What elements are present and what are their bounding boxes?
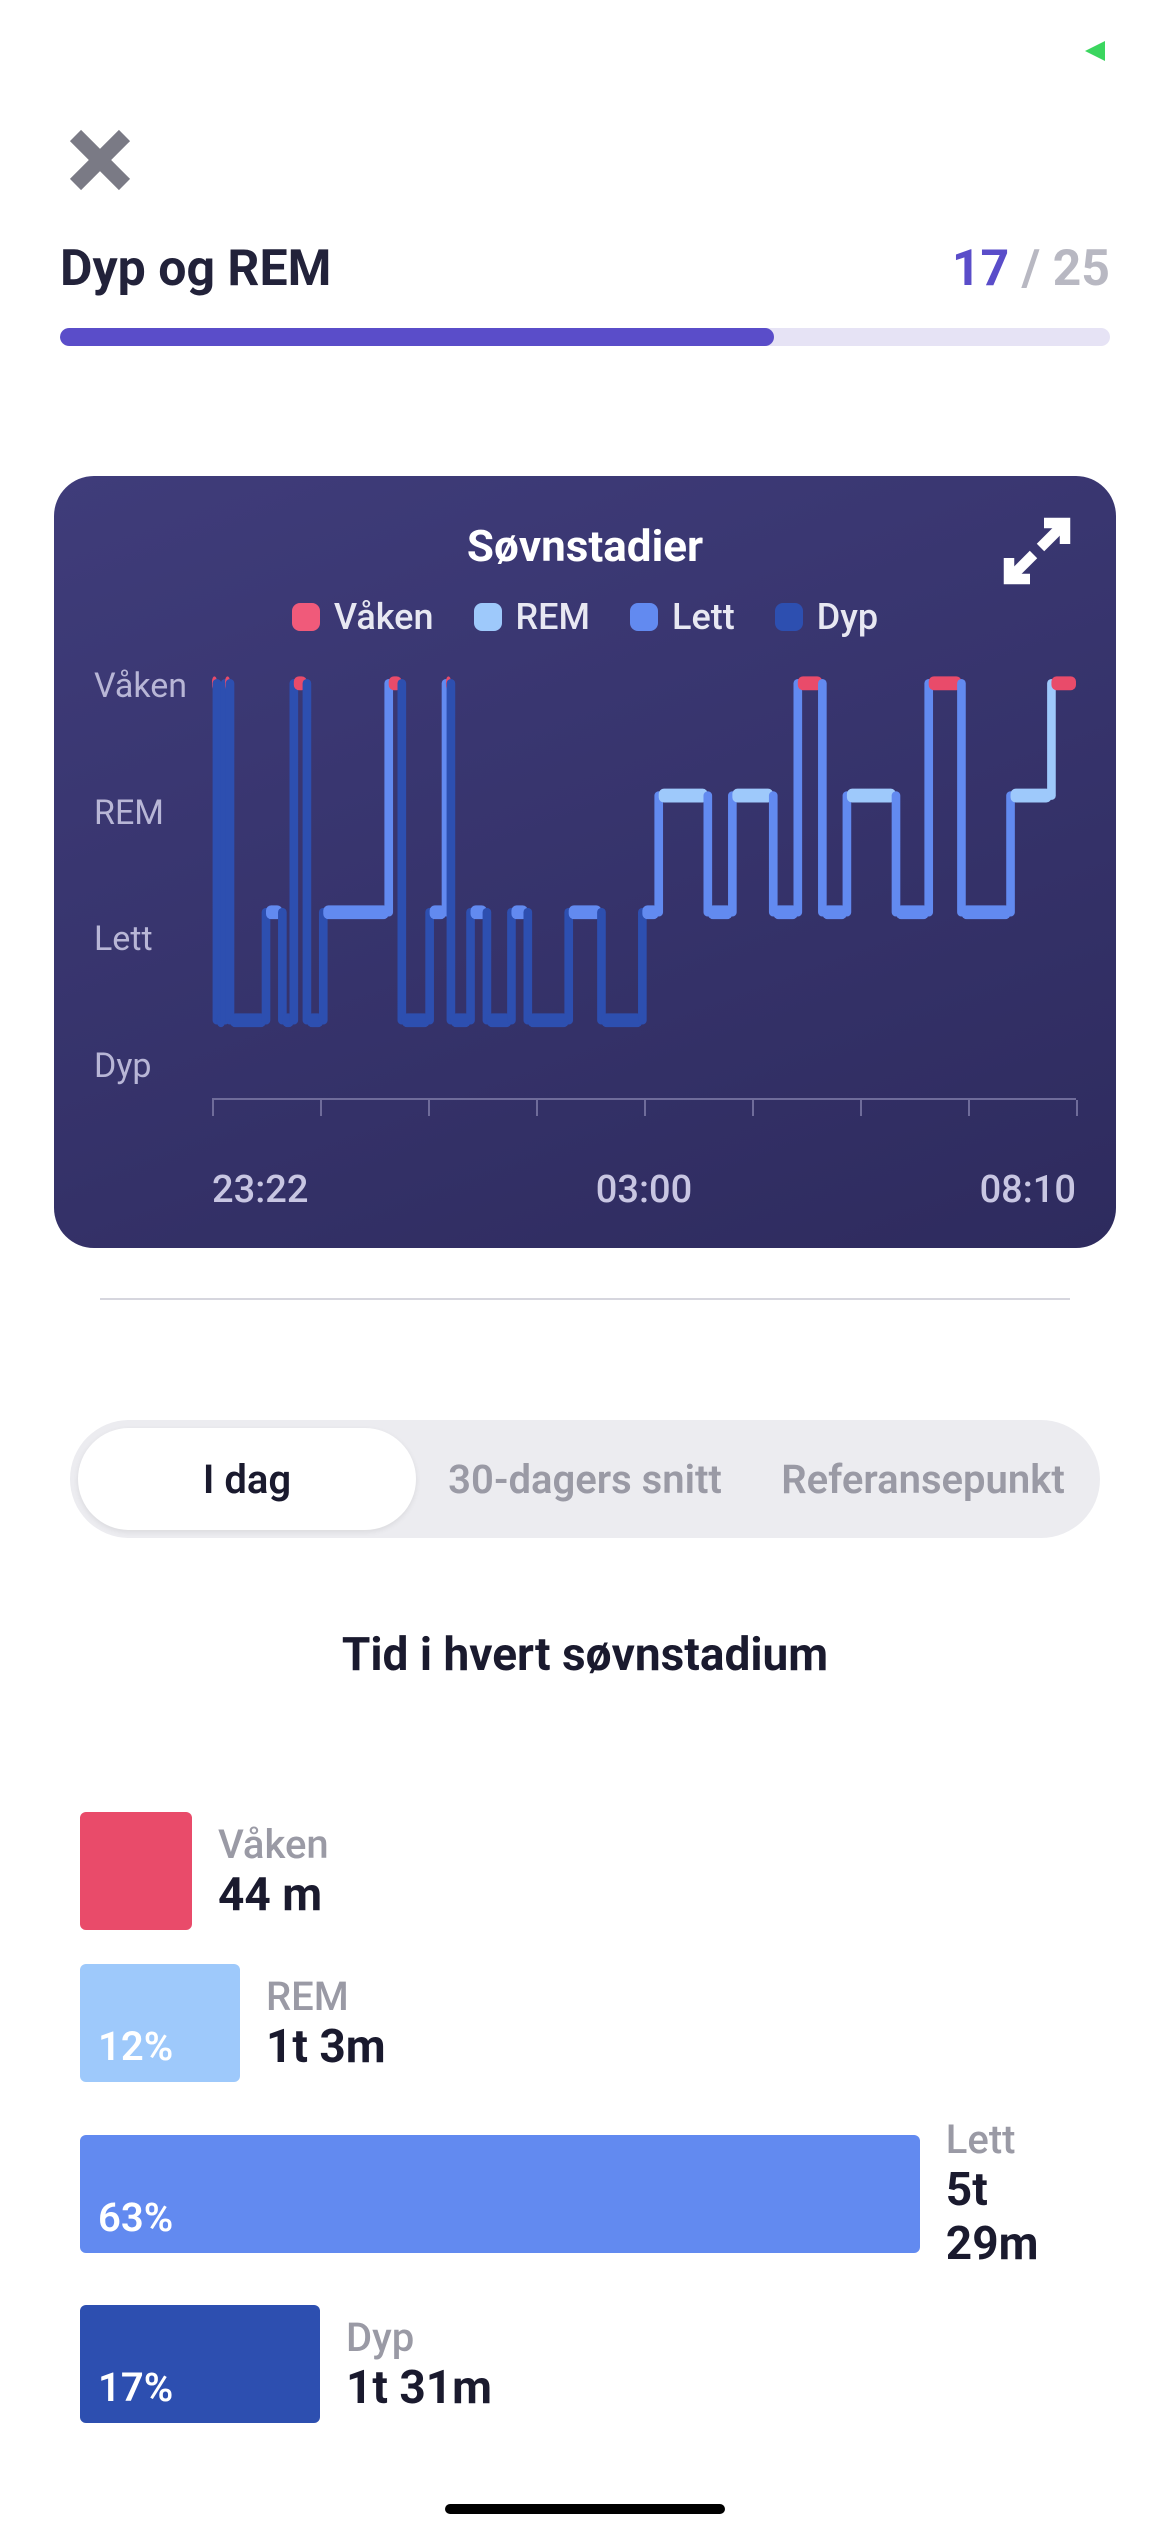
- stage-row-vaken: Våken44 m: [80, 1812, 1090, 1930]
- swatch-vaken: [292, 603, 320, 631]
- legend-rem-label: REM: [516, 596, 590, 638]
- stage-text-lett: Lett5t 29m: [946, 2116, 1090, 2271]
- score-separator: /: [1009, 240, 1052, 298]
- tab-30day-avg[interactable]: 30-dagers snitt: [416, 1428, 754, 1530]
- stage-bar-rem: 12%: [80, 1964, 240, 2082]
- swatch-lett: [630, 603, 658, 631]
- swatch-rem: [474, 603, 502, 631]
- y-label-vaken: Våken: [94, 666, 204, 706]
- stage-label-dyp: Dyp: [346, 2314, 492, 2361]
- stage-label-vaken: Våken: [218, 1821, 329, 1868]
- stage-text-vaken: Våken44 m: [218, 1821, 329, 1922]
- swatch-dyp: [775, 603, 803, 631]
- x-label-end: 08:10: [980, 1168, 1076, 1212]
- expand-chart-button[interactable]: [1002, 516, 1072, 586]
- legend-lett-label: Lett: [672, 596, 735, 638]
- stage-bar-vaken: [80, 1812, 192, 1930]
- expand-icon: [1002, 516, 1072, 586]
- x-label-start: 23:22: [212, 1168, 308, 1212]
- legend-vaken-label: Våken: [334, 596, 434, 638]
- close-icon: [65, 125, 135, 195]
- page-title: Dyp og REM: [60, 240, 331, 298]
- chart-plot-area[interactable]: [212, 666, 1076, 1086]
- score-current: 17: [952, 240, 1009, 298]
- legend-dyp: Dyp: [775, 596, 878, 638]
- legend-dyp-label: Dyp: [817, 596, 878, 638]
- range-tabs: I dag 30-dagers snitt Referansepunkt: [70, 1420, 1100, 1538]
- stage-duration-dyp: 1t 31m: [346, 2361, 492, 2415]
- stage-bar-lett: 63%: [80, 2135, 920, 2253]
- legend-rem: REM: [474, 596, 590, 638]
- stage-text-rem: REM1t 3m: [266, 1973, 386, 2074]
- legend-lett: Lett: [630, 596, 735, 638]
- stage-text-dyp: Dyp1t 31m: [346, 2314, 492, 2415]
- progress-bar: [60, 328, 1110, 346]
- tab-today[interactable]: I dag: [78, 1428, 416, 1530]
- stage-duration-rem: 1t 3m: [266, 2020, 386, 2074]
- score-max: 25: [1053, 240, 1110, 298]
- divider: [100, 1298, 1070, 1300]
- stage-label-rem: REM: [266, 1973, 386, 2020]
- stage-breakdown-list: Våken44 m12%REM1t 3m63%Lett5t 29m17%Dyp1…: [80, 1812, 1090, 2423]
- sleep-stages-chart-card: Søvnstadier Våken REM Lett Dyp Våken REM…: [54, 476, 1116, 1248]
- progress-fill: [60, 328, 774, 346]
- stage-bar-dyp: 17%: [80, 2305, 320, 2423]
- chart-y-axis: Våken REM Lett Dyp: [94, 666, 204, 1086]
- chart-title: Søvnstadier: [94, 520, 1076, 572]
- status-bar: [0, 0, 1170, 100]
- y-label-lett: Lett: [94, 919, 204, 959]
- privacy-indicator-icon: [1080, 36, 1110, 66]
- stage-row-lett: 63%Lett5t 29m: [80, 2116, 1090, 2271]
- x-label-mid: 03:00: [596, 1168, 692, 1212]
- chart-x-axis: [212, 1098, 1076, 1168]
- tab-reference[interactable]: Referansepunkt: [754, 1428, 1092, 1530]
- stage-row-dyp: 17% Dyp1t 31m: [80, 2305, 1090, 2423]
- score-readout: 17 / 25: [952, 240, 1110, 298]
- close-button[interactable]: [60, 120, 140, 200]
- sleep-stage-plot: [212, 666, 1076, 1029]
- chart-legend: Våken REM Lett Dyp: [94, 596, 1076, 638]
- stage-label-lett: Lett: [946, 2116, 1090, 2163]
- stage-duration-lett: 5t 29m: [946, 2163, 1090, 2271]
- y-label-dyp: Dyp: [94, 1046, 204, 1086]
- home-indicator[interactable]: [445, 2504, 725, 2514]
- stage-duration-vaken: 44 m: [218, 1868, 329, 1922]
- y-label-rem: REM: [94, 793, 204, 833]
- stage-row-rem: 12% REM1t 3m: [80, 1964, 1090, 2082]
- legend-vaken: Våken: [292, 596, 434, 638]
- chart-x-labels: 23:22 03:00 08:10: [212, 1168, 1076, 1212]
- section-title: Tid i hvert søvnstadium: [0, 1628, 1170, 1682]
